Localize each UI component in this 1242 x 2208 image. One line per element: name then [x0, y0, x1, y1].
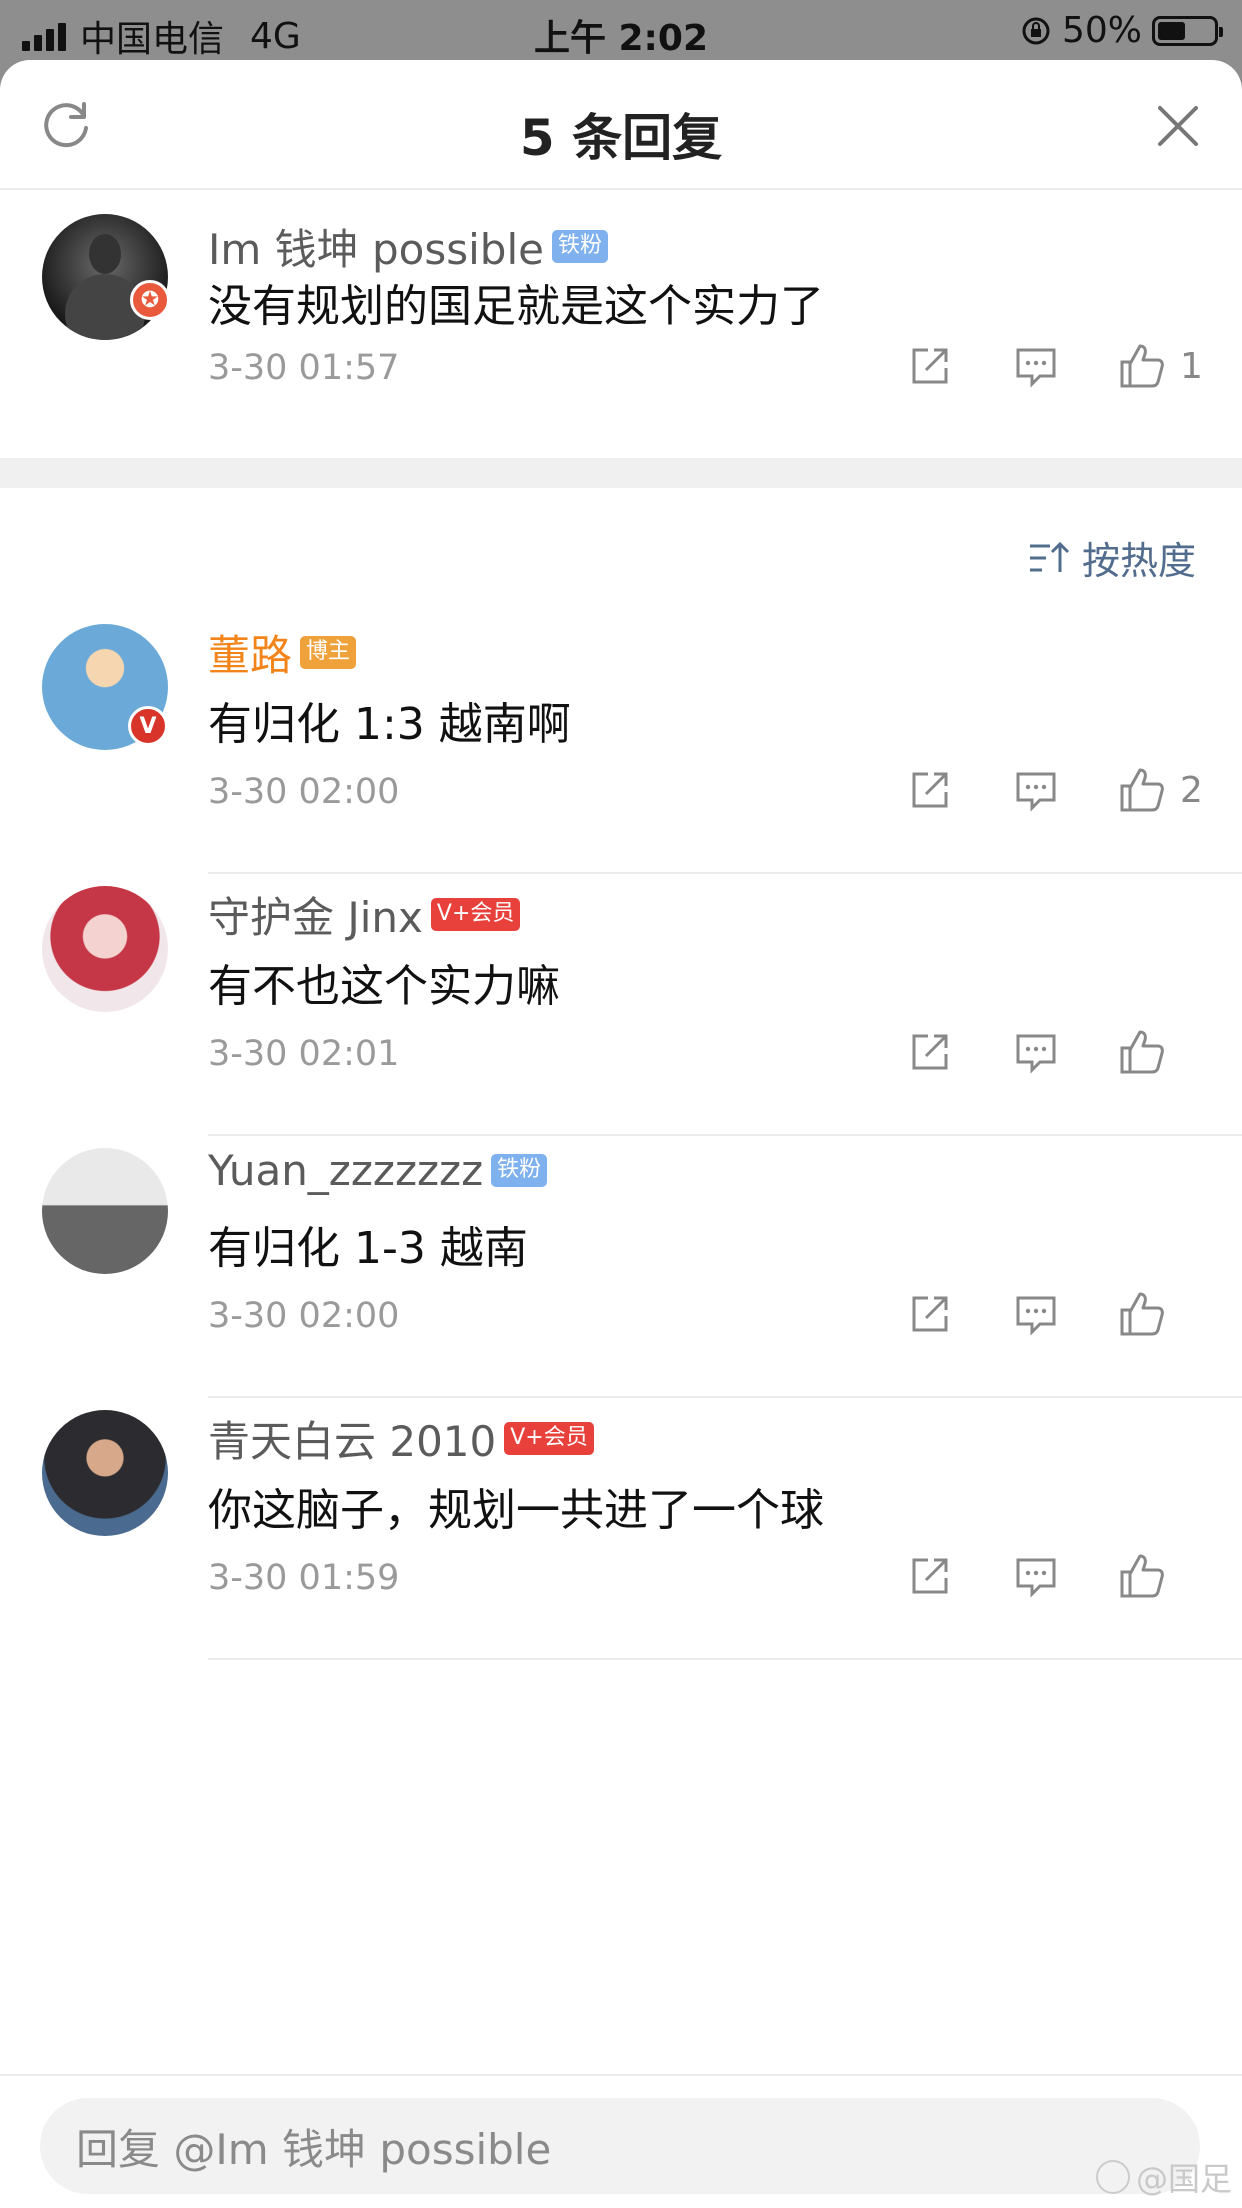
- share-button[interactable]: [902, 338, 958, 394]
- sort-icon: [1029, 541, 1070, 572]
- comment-icon: [1016, 1034, 1056, 1074]
- fan-tag: 铁粉: [551, 230, 608, 263]
- share-icon: [912, 772, 948, 808]
- avatar[interactable]: [42, 1148, 168, 1274]
- share-icon: [912, 1034, 948, 1070]
- comment-icon: [1016, 1296, 1056, 1336]
- sort-button[interactable]: 按热度: [1028, 530, 1196, 585]
- reply-text: 有归化 1-3 越南: [208, 1223, 528, 1274]
- verified-badge-icon: ✪: [130, 280, 170, 320]
- share-button[interactable]: [902, 762, 958, 818]
- divider: [208, 1658, 1242, 1660]
- comment-time: 3-30 01:57: [208, 348, 400, 388]
- page-title: 5 条回复: [519, 109, 723, 167]
- comment-text: 没有规划的国足就是这个实力了: [208, 281, 824, 332]
- share-button[interactable]: [902, 1286, 958, 1342]
- reply-time: 3-30 02:00: [208, 772, 400, 812]
- like-button[interactable]: [1114, 1286, 1170, 1342]
- close-icon[interactable]: [1154, 102, 1202, 150]
- reply-item: V 守护金 Jinx V+会员 有不也这个实力嘛 3-30 02:01: [0, 874, 1242, 1136]
- reply-item: V Yuan_zzzzzzz 铁粉 有归化 1-3 越南 3-30 02:00: [0, 1136, 1242, 1398]
- username[interactable]: 青天白云 2010: [208, 1408, 496, 1469]
- reply-item: V 青天白云 2010 V+会员 你这脑子，规划一共进了一个球 3-30 01:…: [0, 1398, 1242, 1660]
- comment-icon: [1016, 772, 1056, 812]
- like-count: 2: [1180, 769, 1203, 811]
- user-tag: 博主: [300, 636, 357, 669]
- reply-input[interactable]: 回复 @Im 钱坤 possible: [40, 2098, 1200, 2194]
- comment-button[interactable]: [1008, 1024, 1064, 1080]
- share-icon: [912, 348, 948, 384]
- like-button[interactable]: [1114, 1548, 1170, 1604]
- battery-icon: [1152, 15, 1223, 46]
- watermark-text: @国足: [1135, 2160, 1232, 2198]
- verified-badge-icon: V: [128, 706, 168, 746]
- like-count: 1: [1180, 345, 1203, 387]
- main-comment: ✪ Im 钱坤 possible 铁粉 没有规划的国足就是这个实力了 3-30 …: [0, 190, 1242, 458]
- share-button[interactable]: [902, 1024, 958, 1080]
- reply-time: 3-30 01:59: [208, 1558, 400, 1598]
- like-button[interactable]: [1114, 338, 1170, 394]
- weibo-logo-icon: [1095, 2160, 1130, 2194]
- reply-item: V 董路 博主 有归化 1:3 越南啊 3-30 02:00 2: [0, 612, 1242, 874]
- avatar[interactable]: [42, 214, 168, 340]
- comment-button[interactable]: [1008, 762, 1064, 818]
- avatar[interactable]: [42, 1410, 168, 1536]
- comment-icon: [1016, 348, 1056, 388]
- user-tag: V+会员: [504, 1422, 594, 1455]
- comment-button[interactable]: [1008, 338, 1064, 394]
- footer: 回复 @Im 钱坤 possible @国足: [0, 2074, 1242, 2208]
- user-tag: 铁粉: [491, 1154, 548, 1187]
- share-icon: [912, 1558, 948, 1594]
- replies-sheet: 5 条回复 ✪ Im 钱坤 possible 铁粉 没有规划的国足就是这个实力了…: [0, 60, 1242, 2208]
- reply-text: 有归化 1:3 越南啊: [208, 699, 571, 750]
- status-bar: 中国电信 4G 上午 2:02 50%: [0, 0, 1242, 62]
- thumbs-up-icon: [1120, 344, 1164, 388]
- username[interactable]: 董路: [208, 622, 292, 683]
- thumbs-up-icon: [1120, 1030, 1164, 1074]
- sheet-header: 5 条回复: [0, 60, 1242, 190]
- share-icon: [912, 1296, 948, 1332]
- comment-icon: [1016, 1558, 1056, 1598]
- like-button[interactable]: [1114, 1024, 1170, 1080]
- like-button[interactable]: [1114, 762, 1170, 818]
- username[interactable]: Im 钱坤 possible: [208, 216, 544, 277]
- battery-percent: 50%: [1061, 10, 1142, 51]
- watermark: @国足: [1095, 2154, 1232, 2200]
- sort-label: 按热度: [1081, 539, 1196, 583]
- thumbs-up-icon: [1120, 1292, 1164, 1336]
- comment-button[interactable]: [1008, 1548, 1064, 1604]
- section-divider: [0, 458, 1242, 488]
- comment-button[interactable]: [1008, 1286, 1064, 1342]
- avatar[interactable]: [42, 886, 168, 1012]
- reply-time: 3-30 02:01: [208, 1034, 400, 1074]
- username[interactable]: 守护金 Jinx: [208, 884, 423, 945]
- reply-time: 3-30 02:00: [208, 1296, 400, 1336]
- reply-text: 有不也这个实力嘛: [208, 961, 560, 1012]
- thumbs-up-icon: [1120, 1554, 1164, 1598]
- reply-text: 你这脑子，规划一共进了一个球: [208, 1485, 824, 1536]
- share-button[interactable]: [902, 1548, 958, 1604]
- user-tag: V+会员: [430, 898, 521, 931]
- rotation-lock-icon: [1022, 17, 1050, 44]
- thumbs-up-icon: [1120, 768, 1164, 812]
- username[interactable]: Yuan_zzzzzzz: [208, 1146, 483, 1195]
